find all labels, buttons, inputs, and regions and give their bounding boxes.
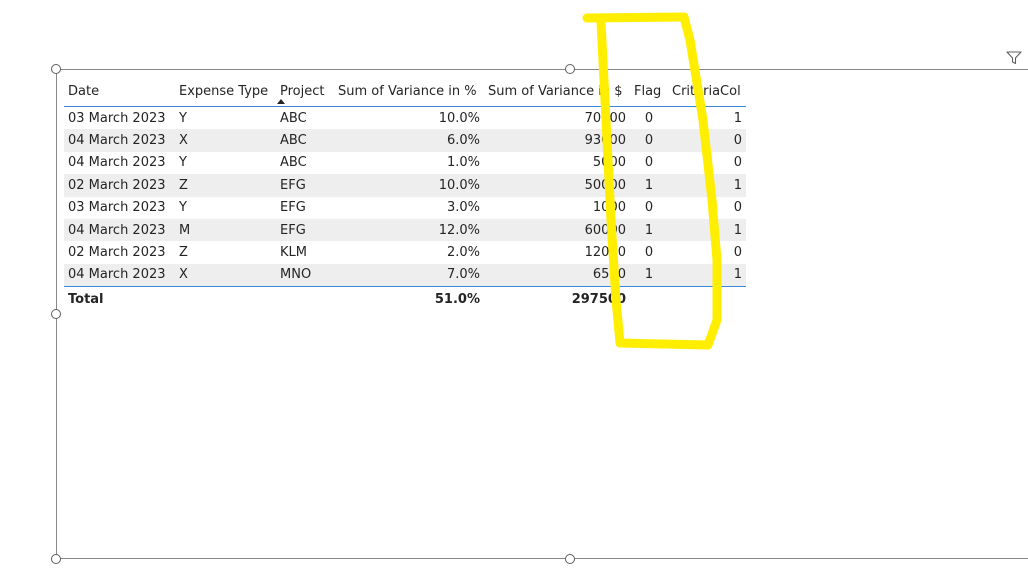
cell-project: EFG [276,196,334,219]
cell-expense-type: Z [175,174,276,197]
resize-handle-middle-left[interactable] [51,309,61,319]
cell-expense-type: X [175,263,276,287]
cell-expense-type: Z [175,241,276,264]
cell-sum-variance-dollar: 70000 [484,106,630,130]
table-row[interactable]: 02 March 2023 Z KLM 2.0% 12000 0 0 [64,241,746,264]
total-label: Total [64,286,175,312]
cell-date: 04 March 2023 [64,263,175,287]
cell-sum-variance-pct: 10.0% [334,174,484,197]
data-table: Date Expense Type Project Sum of Varianc… [64,76,746,312]
cell-criteria: 1 [668,263,746,287]
cell-flag: 0 [630,106,668,130]
cell-sum-variance-dollar: 6500 [484,263,630,287]
cell-flag: 0 [630,196,668,219]
total-sum-variance-pct: 51.0% [334,286,484,312]
cell-date: 03 March 2023 [64,106,175,130]
cell-sum-variance-pct: 10.0% [334,106,484,130]
cell-expense-type: M [175,218,276,242]
column-header-date[interactable]: Date [64,76,175,107]
total-empty [668,286,746,312]
table-row[interactable]: 04 March 2023 Y ABC 1.0% 5000 0 0 [64,151,746,175]
cell-project: ABC [276,151,334,175]
cell-criteria: 0 [668,151,746,175]
resize-handle-top-center[interactable] [565,64,575,74]
cell-criteria: 1 [668,218,746,242]
cell-sum-variance-pct: 12.0% [334,218,484,242]
cell-sum-variance-dollar: 12000 [484,241,630,264]
column-header-criteria[interactable]: CriteriaCol [668,76,746,107]
cell-criteria: 0 [668,196,746,219]
cell-flag: 0 [630,241,668,264]
cell-sum-variance-pct: 2.0% [334,241,484,264]
filter-icon[interactable] [1006,51,1022,65]
cell-expense-type: Y [175,151,276,175]
cell-sum-variance-pct: 1.0% [334,151,484,175]
cell-sum-variance-dollar: 93000 [484,129,630,152]
cell-project: MNO [276,263,334,287]
column-header-flag[interactable]: Flag [630,76,668,107]
resize-handle-bottom-center[interactable] [565,554,575,564]
cell-expense-type: X [175,129,276,152]
cell-sum-variance-pct: 3.0% [334,196,484,219]
cell-sum-variance-dollar: 1000 [484,196,630,219]
total-empty [630,286,668,312]
cell-expense-type: Y [175,106,276,130]
cell-flag: 0 [630,129,668,152]
cell-project: EFG [276,218,334,242]
cell-criteria: 0 [668,129,746,152]
table-row[interactable]: 04 March 2023 X MNO 7.0% 6500 1 1 [64,263,746,287]
cell-criteria: 1 [668,106,746,130]
cell-project: EFG [276,174,334,197]
table-row[interactable]: 04 March 2023 X ABC 6.0% 93000 0 0 [64,129,746,152]
table-row[interactable]: 03 March 2023 Y ABC 10.0% 70000 0 1 [64,106,746,130]
column-header-project[interactable]: Project [276,76,334,107]
sort-ascending-icon [277,99,285,104]
cell-flag: 1 [630,218,668,242]
table-row[interactable]: 04 March 2023 M EFG 12.0% 60000 1 1 [64,218,746,242]
cell-date: 02 March 2023 [64,241,175,264]
cell-project: ABC [276,106,334,130]
column-header-expense-type[interactable]: Expense Type [175,76,276,107]
cell-flag: 1 [630,174,668,197]
total-empty [175,286,276,312]
total-sum-variance-dollar: 297500 [484,286,630,312]
cell-date: 02 March 2023 [64,174,175,197]
cell-project: ABC [276,129,334,152]
cell-sum-variance-dollar: 50000 [484,174,630,197]
total-empty [276,286,334,312]
cell-sum-variance-dollar: 5000 [484,151,630,175]
cell-flag: 0 [630,151,668,175]
header-row: Date Expense Type Project Sum of Varianc… [64,76,746,107]
column-header-sum-variance-dollar[interactable]: Sum of Variance in $ [484,76,630,107]
cell-date: 03 March 2023 [64,196,175,219]
cell-criteria: 1 [668,174,746,197]
cell-criteria: 0 [668,241,746,264]
table-row[interactable]: 03 March 2023 Y EFG 3.0% 1000 0 0 [64,196,746,219]
cell-sum-variance-pct: 7.0% [334,263,484,287]
column-header-sum-variance-pct[interactable]: Sum of Variance in % [334,76,484,107]
cell-sum-variance-dollar: 60000 [484,218,630,242]
resize-handle-top-left[interactable] [51,64,61,74]
cell-sum-variance-pct: 6.0% [334,129,484,152]
total-row: Total 51.0% 297500 [64,286,746,312]
table-row[interactable]: 02 March 2023 Z EFG 10.0% 50000 1 1 [64,174,746,197]
cell-date: 04 March 2023 [64,151,175,175]
cell-project: KLM [276,241,334,264]
cell-date: 04 March 2023 [64,218,175,242]
resize-handle-bottom-left[interactable] [51,554,61,564]
cell-flag: 1 [630,263,668,287]
cell-date: 04 March 2023 [64,129,175,152]
cell-expense-type: Y [175,196,276,219]
